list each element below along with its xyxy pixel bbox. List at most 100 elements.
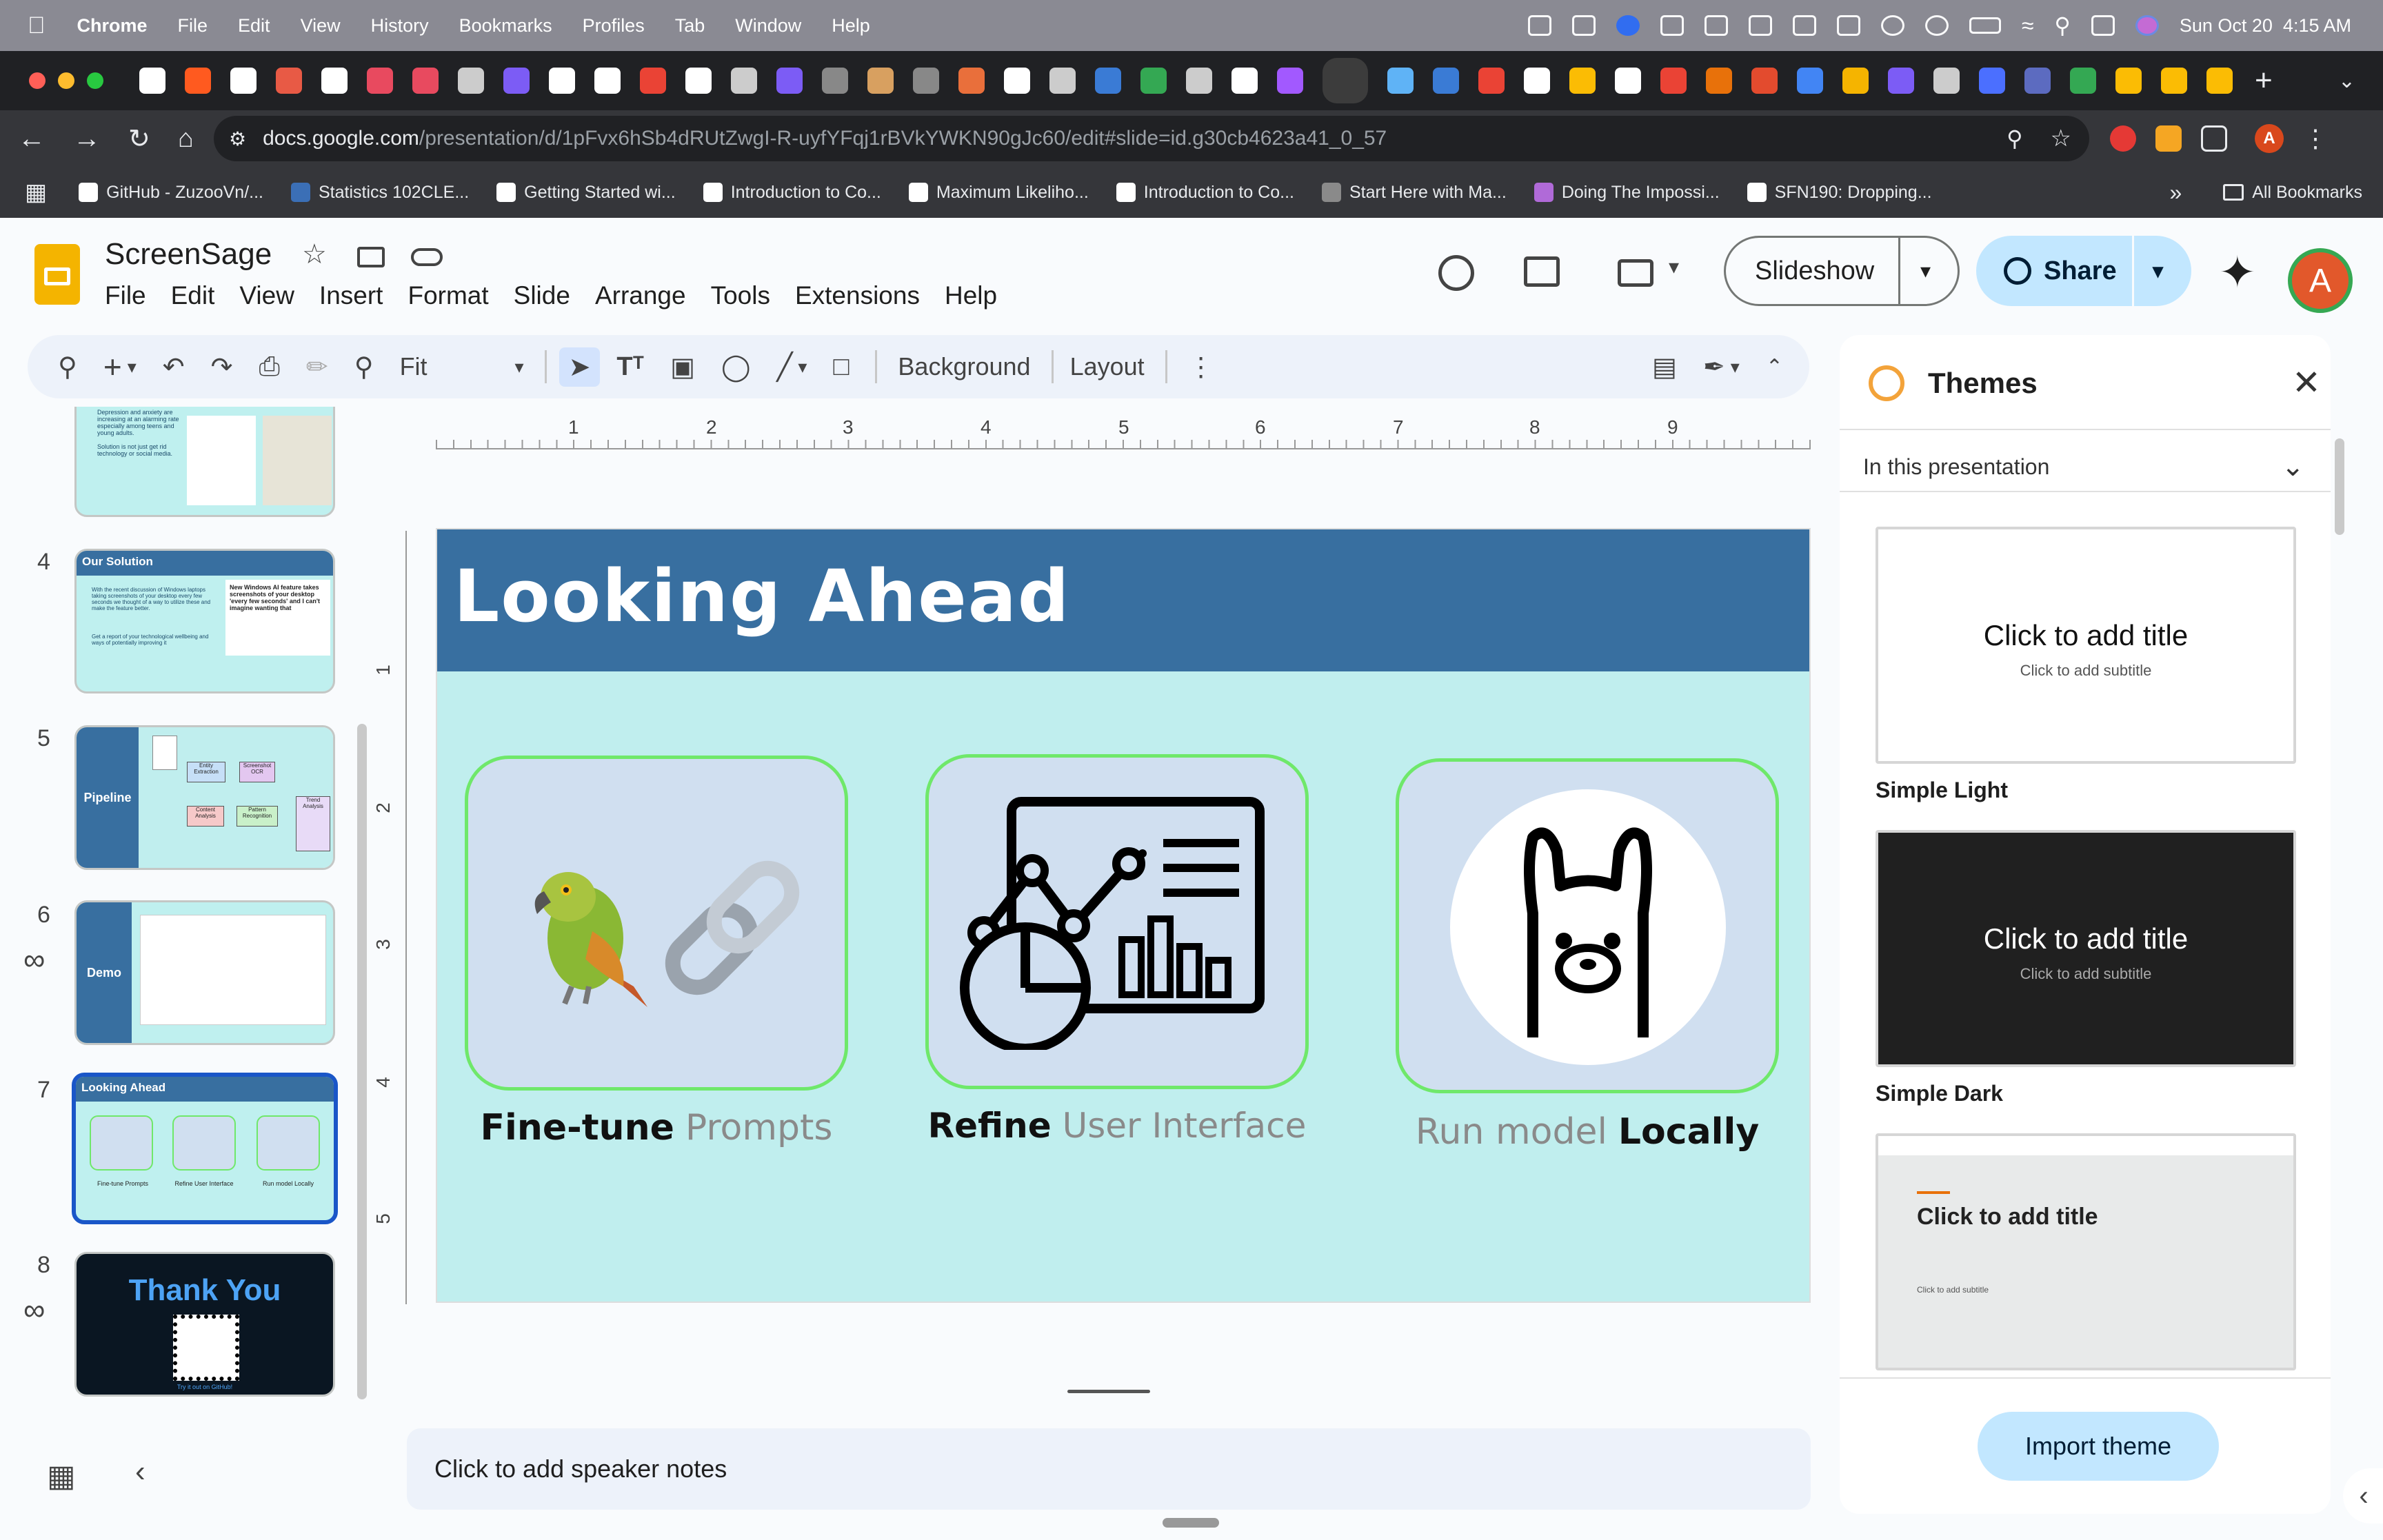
pen-dropdown-chevron-icon[interactable]: ▾ [1731,356,1740,378]
tab-favicon-icon[interactable] [913,68,939,94]
menu-help[interactable]: Help [945,281,997,310]
menu-view[interactable]: View [239,281,294,310]
tab-favicon-icon[interactable] [276,68,302,94]
new-slide-dropdown-chevron-icon[interactable]: ▾ [128,356,137,378]
apps-grid-icon[interactable]: ▦ [25,179,47,206]
menu-file[interactable]: File [105,281,146,310]
back-arrow-icon[interactable]: ← [18,123,46,154]
status-tray-icon[interactable] [1792,15,1816,36]
mac-menu-file[interactable]: File [178,15,208,37]
document-title[interactable]: ScreenSage [105,237,272,272]
tab-favicon-icon[interactable] [1888,68,1914,94]
tab-search-chevron-icon[interactable]: ⌄ [2338,69,2355,93]
spotlight-search-icon[interactable]: ⚲ [2054,12,2070,39]
caption-refine[interactable]: Refine User Interface [925,1106,1309,1146]
forward-arrow-icon[interactable]: → [73,123,101,154]
mac-menu-help[interactable]: Help [832,15,870,37]
tab-favicon-icon[interactable] [1979,68,2005,94]
tab-favicon-icon[interactable] [1387,68,1414,94]
speaker-notes[interactable]: Click to add speaker notes [407,1428,1811,1510]
bookmark-item[interactable]: Getting Started wi... [496,183,676,203]
redo-icon[interactable]: ↷ [211,352,233,383]
tab-favicon-icon[interactable] [1933,68,1960,94]
close-icon[interactable]: ✕ [2292,363,2321,403]
tab-favicon-icon[interactable] [2115,68,2142,94]
menu-format[interactable]: Format [408,281,488,310]
notes-resize-handle[interactable] [1067,1390,1150,1393]
tab-favicon-icon[interactable] [640,68,666,94]
themes-scrollbar[interactable] [2335,438,2344,535]
menu-insert[interactable]: Insert [319,281,383,310]
tab-favicon-icon[interactable] [731,68,757,94]
share-button[interactable]: Share ▾ [1976,236,2191,306]
window-minimize-button[interactable] [58,72,74,89]
bookmark-item[interactable]: Maximum Likeliho... [908,183,1089,203]
reload-icon[interactable]: ↻ [128,123,150,154]
status-tray-icon[interactable] [1527,15,1551,36]
add-image-icon[interactable]: ▤ [1652,352,1677,383]
profile-avatar[interactable]: A [2255,124,2284,153]
bookmark-item[interactable]: Introduction to Co... [703,183,881,203]
theme-simple-light[interactable]: Click to add title Click to add subtitle [1876,527,2296,764]
slide-thumbnail-5[interactable]: Pipeline Entity Extraction Screenshot OC… [74,725,335,870]
tab-favicon-icon[interactable] [367,68,393,94]
version-history-icon[interactable] [1438,255,1474,291]
tab-favicon-icon[interactable] [867,68,894,94]
bookmark-item[interactable]: Introduction to Co... [1116,183,1294,203]
tab-favicon-icon[interactable] [685,68,712,94]
tab-favicon-icon[interactable] [185,68,211,94]
card-refine[interactable] [925,754,1309,1089]
tab-favicon-icon[interactable] [458,68,484,94]
tab-favicon-icon[interactable] [1095,68,1121,94]
status-tray-icon[interactable] [1704,15,1728,36]
print-icon[interactable]: ⎙ [259,352,279,382]
menu-edit[interactable]: Edit [171,281,215,310]
tab-favicon-icon[interactable] [2161,68,2187,94]
status-tray-icon[interactable] [1880,15,1904,36]
tab-favicon-icon[interactable] [1478,68,1505,94]
tab-favicon-icon[interactable] [549,68,575,94]
menu-slide[interactable]: Slide [514,281,570,310]
tab-favicon-icon[interactable] [1433,68,1459,94]
insert-image-icon[interactable]: ▣ [670,352,695,383]
zoom-icon[interactable]: ⚲ [2007,125,2022,152]
tab-favicon-icon[interactable] [1615,68,1641,94]
tab-favicon-icon[interactable] [2070,68,2096,94]
play-status-icon[interactable] [1924,15,1949,36]
select-cursor-icon[interactable]: ➤ [559,347,601,387]
battery-icon[interactable] [1969,17,2001,34]
slide-thumbnail-3[interactable]: Depression and anxiety are increasing at… [74,407,335,517]
search-menus-icon[interactable]: ⚲ [58,352,77,383]
undo-icon[interactable]: ↶ [163,352,185,383]
control-center-icon[interactable] [2091,15,2115,36]
new-slide-plus-icon[interactable]: + [103,348,122,385]
import-theme-button[interactable]: Import theme [1978,1412,2219,1481]
mac-menu-view[interactable]: View [301,15,341,37]
tab-favicon-icon[interactable] [822,68,848,94]
caption-locally[interactable]: Run model Locally [1396,1111,1779,1153]
theme-streamline[interactable]: Click to add title Click to add subtitle [1876,1133,2296,1370]
slide-title-bar[interactable]: Looking Ahead [437,529,1809,671]
status-tray-icon[interactable] [1748,15,1772,36]
card-fine-tune[interactable] [465,756,848,1091]
star-icon[interactable]: ☆ [302,239,327,270]
tab-favicon-icon[interactable] [594,68,621,94]
mac-menu-window[interactable]: Window [735,15,801,37]
chrome-menu-icon[interactable]: ⋮ [2303,124,2328,153]
slides-logo-icon[interactable] [34,244,80,305]
wifi-icon[interactable]: ≈ [2022,13,2034,39]
tab-favicon-icon[interactable] [1524,68,1550,94]
side-panel-toggle[interactable]: ‹ [2343,1468,2383,1523]
bottom-scroll-handle[interactable] [1163,1518,1219,1528]
filmstrip-scrollbar[interactable] [357,724,367,1399]
line-dropdown-chevron-icon[interactable]: ▾ [798,356,807,378]
grid-view-icon[interactable]: ▦ [47,1459,76,1494]
zoom-status-icon[interactable] [1616,15,1640,36]
tab-favicon-icon[interactable] [1231,68,1258,94]
tab-favicon-icon[interactable] [412,68,439,94]
menu-tools[interactable]: Tools [711,281,770,310]
new-tab-button[interactable]: + [2255,63,2273,98]
tab-favicon-icon[interactable] [1706,68,1732,94]
zoom-select[interactable]: Fit ▾ [400,352,524,381]
gemini-spark-icon[interactable]: ✦ [2219,247,2256,298]
